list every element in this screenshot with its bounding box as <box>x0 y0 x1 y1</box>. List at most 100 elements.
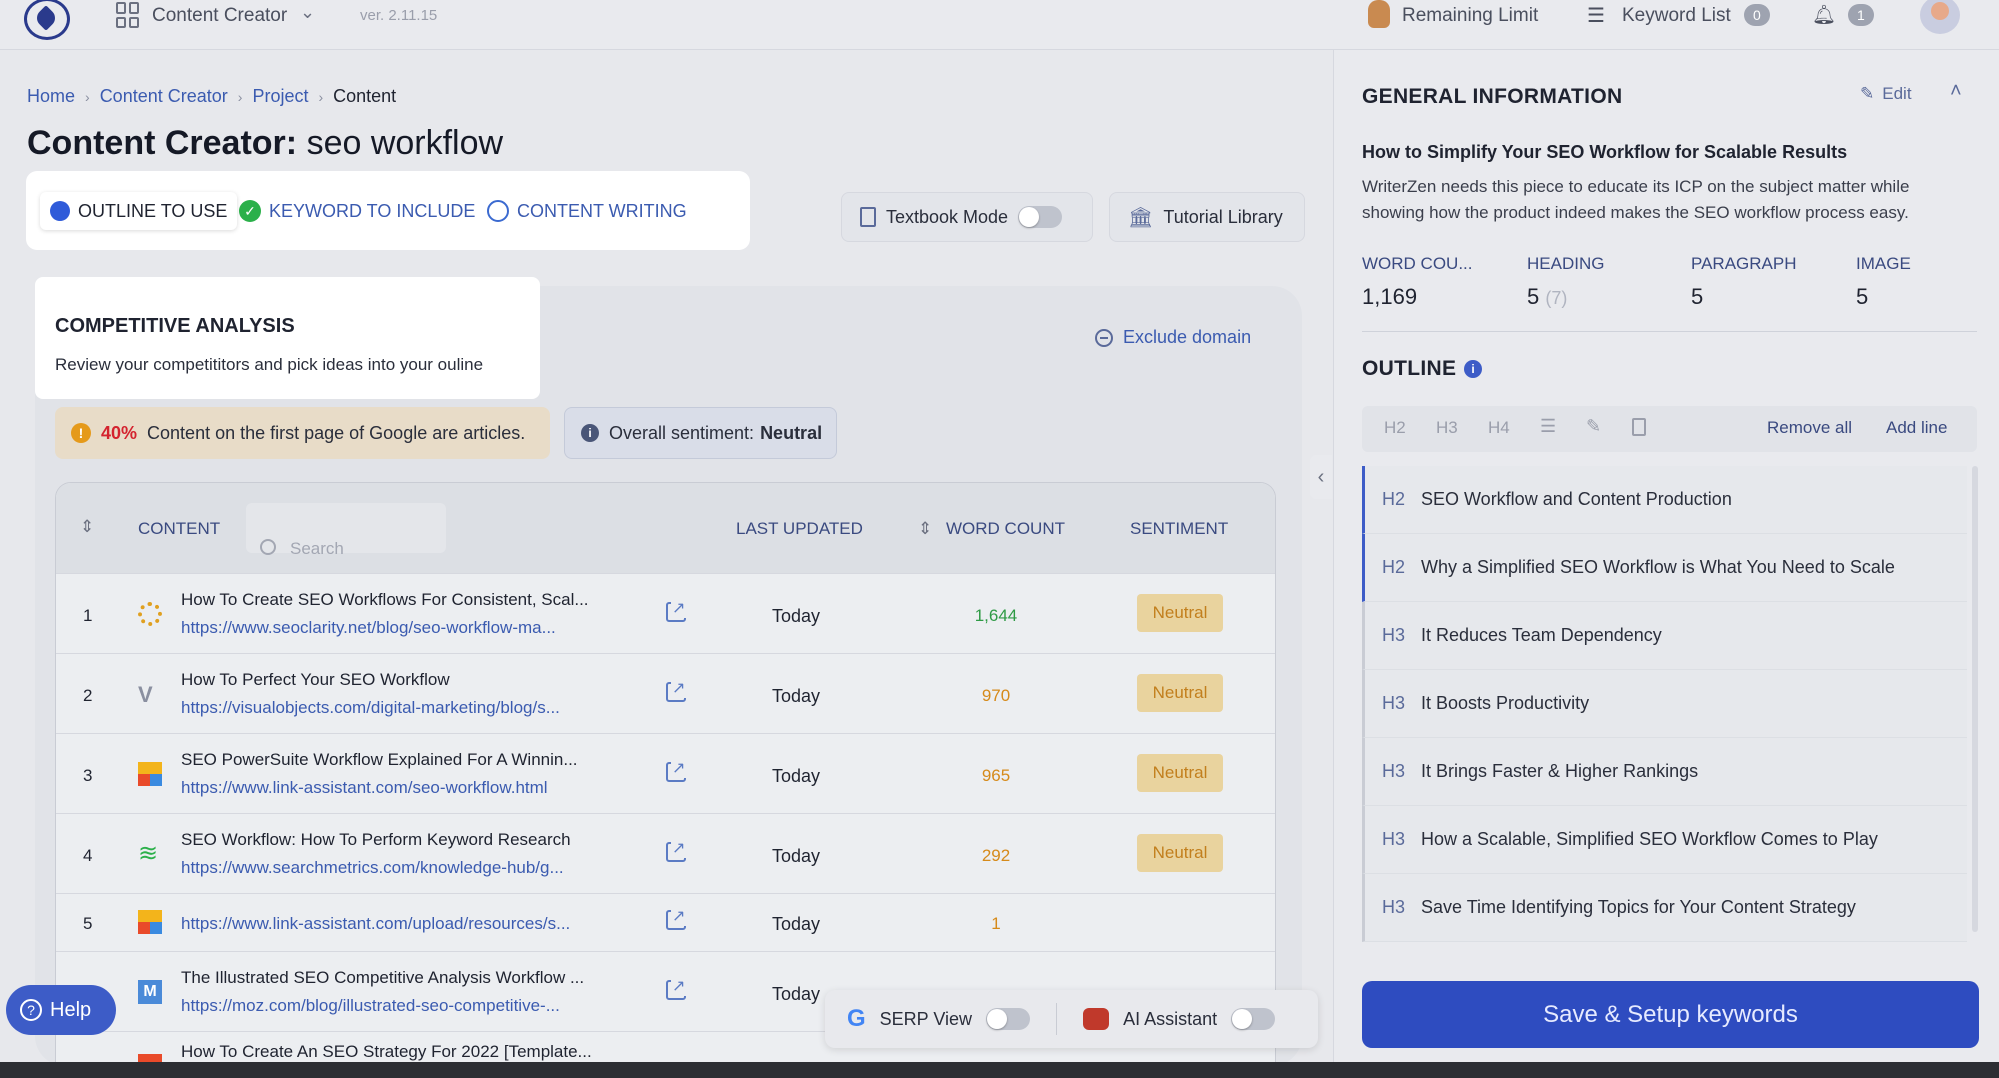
external-link-icon[interactable] <box>666 838 687 862</box>
tutorial-library-button[interactable]: 🏛︎ Tutorial Library <box>1109 192 1305 242</box>
floating-toolbar: G SERP View AI Assistant <box>825 990 1318 1048</box>
trash-icon[interactable] <box>1632 418 1646 436</box>
add-line-button[interactable]: Add line <box>1886 418 1947 438</box>
sort-icon[interactable]: ⇕ <box>80 517 94 537</box>
remove-all-button[interactable]: Remove all <box>1767 418 1852 438</box>
keyword-list-button[interactable]: Keyword List <box>1622 5 1731 27</box>
table-header: ⇕ CONTENT Search LAST UPDATED ⇕ WORD COU… <box>56 483 1275 573</box>
external-link-icon[interactable] <box>666 976 687 1000</box>
page-title: Content Creator: seo workflow <box>27 124 504 162</box>
outline-scrollbar[interactable] <box>1972 466 1978 932</box>
tab-outline-to-use[interactable]: OUTLINE TO USE <box>40 192 238 230</box>
version-label: ver. 2.11.15 <box>360 7 438 24</box>
app-logo-icon[interactable] <box>24 0 70 40</box>
save-setup-keywords-button[interactable]: Save & Setup keywords <box>1362 981 1979 1048</box>
edit-icon[interactable]: ✎ <box>1586 416 1601 437</box>
competitive-analysis-header: COMPETITIVE ANALYSIS Review your competi… <box>35 277 540 399</box>
robot-icon <box>1083 1008 1110 1030</box>
column-sentiment: SENTIMENT <box>1130 519 1229 538</box>
search-input[interactable]: Search <box>246 503 446 558</box>
chevron-up-icon[interactable]: ˄ <box>1950 80 1962 103</box>
minus-circle-icon <box>1095 328 1113 347</box>
external-link-icon[interactable] <box>666 598 687 622</box>
info-icon[interactable]: i <box>1464 360 1482 378</box>
exclude-domain-button[interactable]: Exclude domain <box>1095 327 1251 348</box>
remaining-limit-button[interactable]: Remaining Limit <box>1402 5 1538 27</box>
bell-icon[interactable]: 🔔︎ <box>1812 3 1836 27</box>
h4-button[interactable]: H4 <box>1488 418 1510 438</box>
apps-grid-icon[interactable] <box>116 2 140 28</box>
table-row[interactable]: 1 How To Create SEO Workflows For Consis… <box>56 573 1275 653</box>
outline-item[interactable]: H3 It Boosts Productivity <box>1362 670 1967 738</box>
stat-heading-label: HEADING <box>1527 254 1605 273</box>
textbook-mode-toggle[interactable] <box>1018 206 1063 228</box>
column-word-count[interactable]: WORD COUNT <box>946 519 1065 539</box>
tab-keyword-to-include[interactable]: ✓ KEYWORD TO INCLUDE <box>229 192 485 230</box>
h3-button[interactable]: H3 <box>1436 418 1458 438</box>
article-title: How to Simplify Your SEO Workflow for Sc… <box>1362 142 1848 162</box>
column-content: CONTENT <box>138 519 221 538</box>
breadcrumb-home[interactable]: Home <box>27 86 75 107</box>
serp-view-toggle[interactable] <box>986 1008 1031 1030</box>
column-last-updated[interactable]: LAST UPDATED <box>736 519 863 539</box>
external-link-icon[interactable] <box>666 678 687 702</box>
general-information-title: GENERAL INFORMATION <box>1362 85 1623 108</box>
breadcrumb-chevron-icon: › <box>318 88 324 105</box>
question-icon: ? <box>20 999 42 1021</box>
collapse-panel-button[interactable]: ‹ <box>1310 455 1332 499</box>
table-row[interactable]: 3 SEO PowerSuite Workflow Explained For … <box>56 733 1275 813</box>
stat-word-count-label: WORD COU... <box>1362 254 1473 273</box>
outline-item[interactable]: H2 SEO Workflow and Content Production <box>1362 466 1967 534</box>
outline-item[interactable]: H3 It Brings Faster & Higher Rankings <box>1362 738 1967 806</box>
tab-content-writing[interactable]: CONTENT WRITING <box>477 192 697 230</box>
bottom-strip <box>0 1062 1999 1078</box>
h2-button[interactable]: H2 <box>1384 418 1406 438</box>
competitive-analysis-subtitle: Review your competititors and pick ideas… <box>55 355 484 374</box>
external-link-icon[interactable] <box>666 906 687 930</box>
breadcrumb-current: Content <box>333 86 397 106</box>
stat-image-label: IMAGE <box>1856 254 1911 273</box>
table-row[interactable]: 4 ≋ SEO Workflow: How To Perform Keyword… <box>56 813 1275 893</box>
outline-item[interactable]: H3 How a Scalable, Simplified SEO Workflo… <box>1362 806 1967 874</box>
breadcrumb-chevron-icon: › <box>237 88 243 105</box>
outline-list: H2 SEO Workflow and Content Production H2… <box>1362 466 1974 942</box>
external-link-icon[interactable] <box>666 758 687 782</box>
competitor-table: ⇕ CONTENT Search LAST UPDATED ⇕ WORD COU… <box>55 482 1276 1078</box>
site-favicon-icon <box>138 602 162 626</box>
table-row[interactable]: 2 V How To Perfect Your SEO Workflow htt… <box>56 653 1275 733</box>
breadcrumb: Home › Content Creator › Project › Conte… <box>27 86 396 107</box>
edit-button[interactable]: ✎ Edit <box>1860 84 1912 104</box>
bullet-list-icon[interactable]: ☰ <box>1540 416 1556 437</box>
step-tabs: OUTLINE TO USE ✓ KEYWORD TO INCLUDE CONTE… <box>27 172 749 249</box>
stat-word-count-value: 1,169 <box>1362 284 1418 309</box>
stat-heading-value: 5 (7) <box>1527 284 1568 309</box>
textbook-mode-control: Textbook Mode <box>841 192 1093 242</box>
book-icon <box>860 207 876 227</box>
ai-assistant-toggle[interactable] <box>1231 1008 1276 1030</box>
sentiment-badge: Neutral <box>1137 594 1223 632</box>
chevron-down-icon[interactable]: ⌄ <box>300 2 315 23</box>
site-favicon-icon: ≋ <box>138 840 159 867</box>
sort-icon[interactable]: ⇕ <box>918 519 932 539</box>
keyword-count-badge: 0 <box>1744 4 1770 26</box>
sentiment-badge: Neutral <box>1137 834 1223 872</box>
help-button[interactable]: ? Help <box>6 985 116 1035</box>
edit-icon: ✎ <box>1860 84 1875 103</box>
table-row[interactable]: 5 https://www.link-assistant.com/upload/… <box>56 893 1275 951</box>
outline-title: OUTLINE <box>1362 357 1457 380</box>
outline-item[interactable]: H3 Save Time Identifying Topics for Your … <box>1362 874 1967 942</box>
site-favicon-icon <box>138 762 162 786</box>
stat-image-value: 5 <box>1856 284 1869 309</box>
sentiment-badge: Neutral <box>1137 754 1223 792</box>
google-icon: G <box>847 1005 866 1032</box>
outline-item[interactable]: H2 Why a Simplified SEO Workflow is What … <box>1362 534 1967 602</box>
list-icon: ☰ <box>1587 5 1605 27</box>
breadcrumb-project[interactable]: Project <box>252 86 308 107</box>
site-favicon-icon <box>138 910 162 934</box>
warning-icon: ! <box>71 423 91 443</box>
divider <box>1362 331 1977 332</box>
breadcrumb-content-creator[interactable]: Content Creator <box>100 86 228 107</box>
outline-item[interactable]: H3 It Reduces Team Dependency <box>1362 602 1967 670</box>
app-switcher-label[interactable]: Content Creator <box>152 5 287 27</box>
notification-count-badge: 1 <box>1848 4 1874 26</box>
